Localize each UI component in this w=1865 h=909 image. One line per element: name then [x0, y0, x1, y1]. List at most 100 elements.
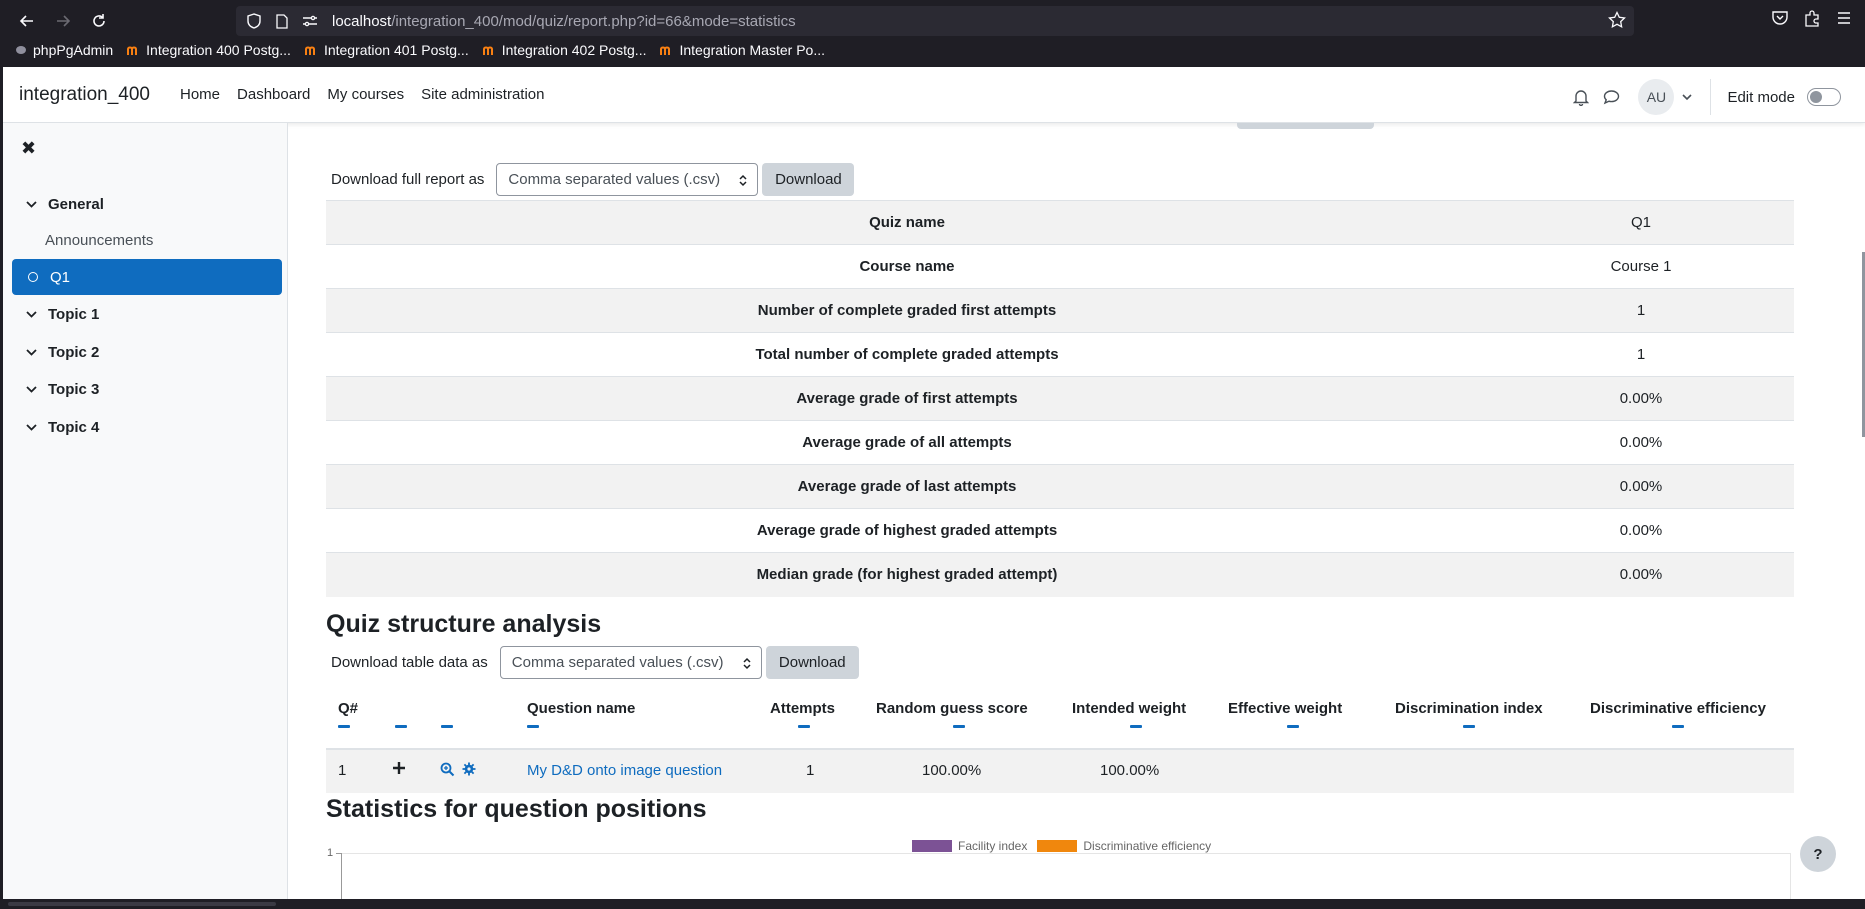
collapse-column-icon[interactable]: [953, 725, 965, 728]
info-row: Course name Course 1: [326, 244, 1794, 289]
gear-icon[interactable]: [462, 762, 476, 776]
info-row: Average grade of first attempts 0.00%: [326, 376, 1794, 421]
info-value: 0.00%: [1488, 464, 1794, 509]
site-name[interactable]: integration_400: [19, 84, 150, 106]
url-text[interactable]: localhost/integration_400/mod/quiz/repor…: [332, 13, 796, 30]
moodle-icon: [127, 46, 138, 55]
chevron-down-icon[interactable]: [1682, 93, 1693, 101]
download-table-row: Download table data as Comma separated v…: [331, 646, 859, 679]
nav-site-administration[interactable]: Site administration: [421, 86, 544, 103]
info-key: Average grade of first attempts: [326, 376, 1488, 421]
preview-magnifier-icon[interactable]: [440, 762, 455, 777]
nav-my-courses[interactable]: My courses: [327, 86, 404, 103]
collapse-column-icon[interactable]: [395, 725, 407, 728]
moodle-icon: [304, 46, 315, 55]
cell-random-guess-score: 100.00%: [922, 762, 982, 779]
drawer-section-topic-2[interactable]: Topic 2: [12, 334, 282, 370]
question-positions-heading: Statistics for question positions: [326, 795, 707, 823]
download-table-label: Download table data as: [331, 654, 488, 671]
question-name-link[interactable]: My D&D onto image question: [527, 762, 722, 779]
header-intended-weight[interactable]: Intended weight: [1072, 700, 1186, 717]
edit-mode-toggle[interactable]: [1807, 88, 1841, 106]
cell-attempts: 1: [806, 762, 815, 779]
scrollbar-thumb[interactable]: [8, 902, 276, 906]
header-question-name[interactable]: Question name: [527, 700, 635, 717]
bookmark-phppgadmin[interactable]: phpPgAdmin: [14, 42, 113, 58]
messages-icon[interactable]: [1596, 82, 1626, 112]
drawer-section-general[interactable]: General: [12, 186, 282, 222]
bookmark-integration-401[interactable]: Integration 401 Postg...: [304, 42, 469, 58]
quiz-structure-heading: Quiz structure analysis: [326, 610, 602, 638]
page-icon[interactable]: [272, 11, 292, 31]
help-button[interactable]: ?: [1800, 836, 1836, 872]
nav-dashboard[interactable]: Dashboard: [237, 86, 310, 103]
reload-icon[interactable]: [86, 8, 112, 34]
collapse-column-icon[interactable]: [441, 725, 453, 728]
info-value: 1: [1488, 332, 1794, 377]
menu-icon[interactable]: [1835, 9, 1853, 27]
navbar-divider: [1710, 79, 1712, 115]
info-row: Median grade (for highest graded attempt…: [326, 552, 1794, 597]
select-arrows-icon: [743, 657, 751, 670]
move-plus-icon[interactable]: [392, 761, 406, 775]
drawer-section-topic-1[interactable]: Topic 1: [12, 296, 282, 332]
header-attempts[interactable]: Attempts: [770, 700, 835, 717]
collapse-column-icon[interactable]: [338, 725, 350, 728]
header-random-guess-score[interactable]: Random guess score: [876, 700, 1028, 717]
chevron-down-icon[interactable]: [26, 385, 40, 393]
elephant-icon: [16, 46, 26, 54]
full-report-format-select[interactable]: Comma separated values (.csv): [496, 163, 759, 196]
chevron-down-icon[interactable]: [26, 423, 40, 431]
info-key: Median grade (for highest graded attempt…: [326, 552, 1488, 597]
legend-facility-index[interactable]: Facility index: [958, 839, 1027, 853]
horizontal-scrollbar: [0, 899, 1865, 909]
extensions-icon[interactable]: [1803, 9, 1821, 27]
header-qnum[interactable]: Q#: [338, 700, 358, 717]
quiz-structure-table: Q# Question name Attempts Random guess s…: [326, 685, 1794, 793]
positions-chart: 1: [327, 847, 1793, 899]
drawer-item-q1[interactable]: Q1: [12, 259, 282, 295]
forward-icon[interactable]: [50, 8, 76, 34]
collapse-column-icon[interactable]: [527, 725, 539, 728]
download-table-button[interactable]: Download: [765, 646, 859, 679]
partial-button[interactable]: [1237, 123, 1374, 129]
chevron-down-icon[interactable]: [26, 200, 40, 208]
drawer-section-topic-4[interactable]: Topic 4: [12, 409, 282, 445]
course-index-drawer: ✖ General Announcements Q1 Topic 1 Topic…: [3, 123, 288, 899]
legend-discriminative-efficiency[interactable]: Discriminative efficiency: [1083, 839, 1211, 853]
y-axis: [341, 853, 342, 899]
header-discriminative-efficiency[interactable]: Discriminative efficiency: [1590, 700, 1766, 717]
collapse-column-icon[interactable]: [1463, 725, 1475, 728]
drawer-item-announcements[interactable]: Announcements: [12, 222, 282, 258]
collapse-column-icon[interactable]: [1130, 725, 1142, 728]
nav-home[interactable]: Home: [180, 86, 220, 103]
select-arrows-icon: [739, 174, 747, 187]
info-row: Number of complete graded first attempts…: [326, 288, 1794, 333]
pocket-icon[interactable]: [1771, 9, 1789, 27]
info-key: Average grade of last attempts: [326, 464, 1488, 509]
avatar[interactable]: AU: [1638, 79, 1675, 115]
bell-icon[interactable]: [1566, 82, 1596, 112]
chevron-down-icon[interactable]: [26, 348, 40, 356]
header-discrimination-index[interactable]: Discrimination index: [1395, 700, 1543, 717]
chevron-down-icon[interactable]: [26, 310, 40, 318]
url-bar[interactable]: localhost/integration_400/mod/quiz/repor…: [236, 6, 1634, 36]
bookmark-integration-400[interactable]: Integration 400 Postg...: [127, 42, 291, 58]
y-tick-label: 1: [327, 847, 334, 859]
download-full-report-button[interactable]: Download: [762, 163, 855, 196]
bookmark-star-icon[interactable]: [1608, 11, 1626, 29]
collapse-column-icon[interactable]: [798, 725, 810, 728]
collapse-column-icon[interactable]: [1672, 725, 1684, 728]
header-effective-weight[interactable]: Effective weight: [1228, 700, 1342, 717]
permissions-icon[interactable]: [300, 11, 320, 31]
table-format-select[interactable]: Comma separated values (.csv): [499, 646, 762, 679]
drawer-section-topic-3[interactable]: Topic 3: [12, 371, 282, 407]
collapse-column-icon[interactable]: [1287, 725, 1299, 728]
shield-icon[interactable]: [244, 11, 264, 31]
bookmark-integration-master[interactable]: Integration Master Po...: [660, 42, 825, 58]
info-key: Course name: [326, 244, 1488, 289]
info-value: 1: [1488, 288, 1794, 333]
back-icon[interactable]: [14, 8, 40, 34]
bookmark-integration-402[interactable]: Integration 402 Postg...: [482, 42, 646, 58]
close-drawer-icon[interactable]: ✖: [21, 138, 36, 159]
